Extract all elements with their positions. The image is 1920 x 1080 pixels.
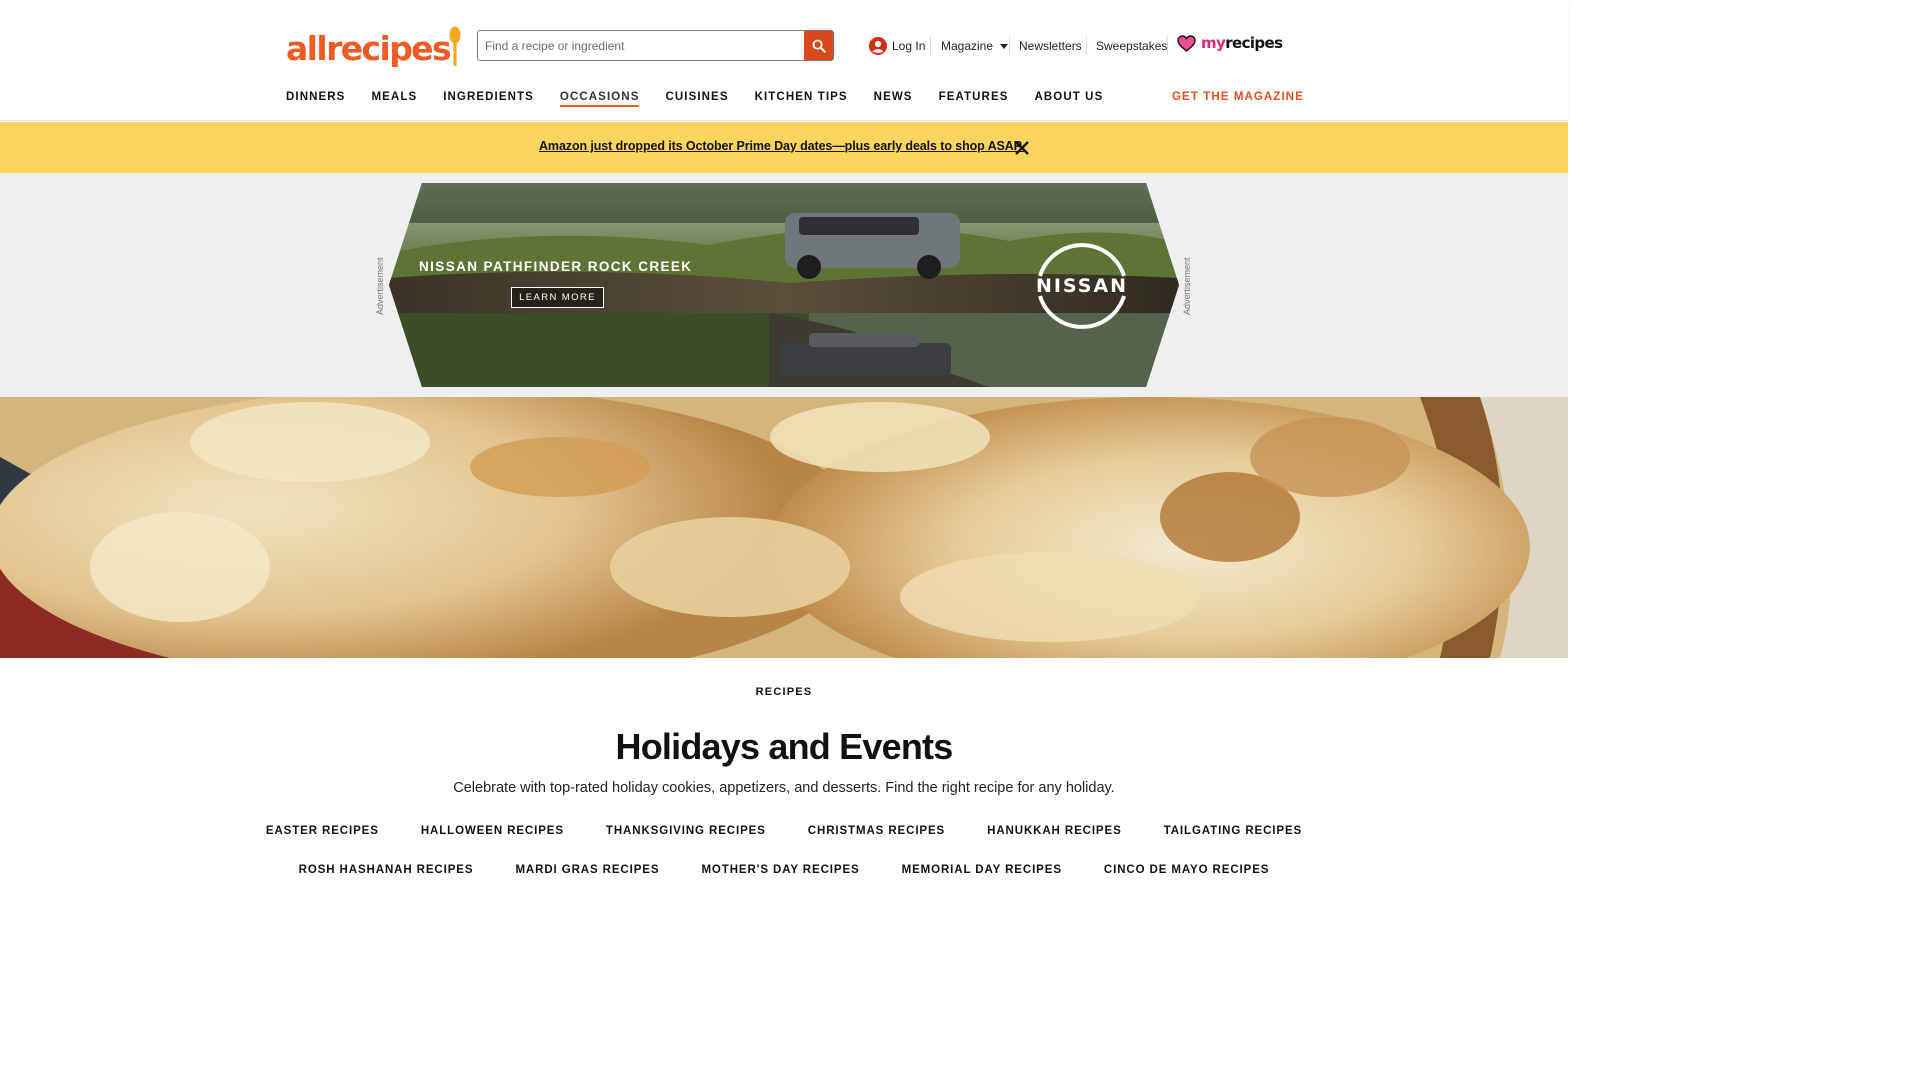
promo-link[interactable]: Amazon just dropped its October Prime Da…	[539, 139, 1024, 153]
search-box	[477, 30, 834, 61]
spoon-icon	[449, 26, 461, 66]
nav-kitchen-tips[interactable]: KITCHEN TIPS	[755, 89, 848, 107]
category-links-row-2: ROSH HASHANAH RECIPES MARDI GRAS RECIPES…	[0, 864, 1568, 876]
hero-image-apple-pie	[0, 397, 1568, 658]
category-link[interactable]: EASTER RECIPES	[266, 825, 379, 837]
close-icon[interactable]	[1014, 140, 1030, 156]
category-links-row-1: EASTER RECIPES HALLOWEEN RECIPES THANKSG…	[0, 825, 1568, 837]
category-link[interactable]: MOTHER'S DAY RECIPES	[701, 864, 859, 876]
learn-more-button[interactable]: LEARN MORE	[511, 287, 604, 308]
breadcrumb-recipes[interactable]: RECIPES	[0, 686, 1568, 698]
ad-brand-name: NISSAN	[1035, 275, 1129, 297]
get-the-magazine-link[interactable]: GET THE MAGAZINE	[1172, 89, 1304, 105]
nav-about-us[interactable]: ABOUT US	[1035, 89, 1104, 107]
user-icon	[869, 37, 887, 55]
myrecipes-my: my	[1201, 34, 1226, 52]
nav-features[interactable]: FEATURES	[939, 89, 1009, 107]
divider	[1167, 36, 1168, 55]
nav-news[interactable]: NEWS	[874, 89, 913, 107]
category-link[interactable]: CHRISTMAS RECIPES	[808, 825, 945, 837]
sweepstakes-label: Sweepstakes	[1096, 39, 1168, 53]
magazine-dropdown[interactable]: Magazine	[941, 35, 1009, 57]
login-label: Log In	[892, 39, 926, 53]
category-link[interactable]: HANUKKAH RECIPES	[987, 825, 1122, 837]
allrecipes-logo[interactable]: allrecipes	[286, 24, 462, 68]
site-header: allrecipes Log In Magazine Newsletters	[0, 0, 1568, 121]
newsletters-link[interactable]: Newsletters	[1019, 35, 1082, 57]
caret-down-icon	[1000, 43, 1009, 49]
heart-icon	[1177, 34, 1196, 52]
nav-occasions[interactable]: OCCASIONS	[559, 89, 640, 107]
magazine-label: Magazine	[941, 39, 994, 53]
category-link[interactable]: HALLOWEEN RECIPES	[421, 825, 564, 837]
advertisement-label: Advertisement	[1182, 257, 1192, 315]
myrecipes-recipes: recipes	[1225, 34, 1283, 52]
nav-meals[interactable]: MEALS	[371, 89, 417, 107]
promo-banner: Amazon just dropped its October Prime Da…	[0, 122, 1568, 173]
nav-cuisines[interactable]: CUISINES	[665, 89, 728, 107]
search-button[interactable]	[804, 31, 833, 60]
login-link[interactable]: Log In	[869, 35, 925, 57]
divider	[1086, 36, 1087, 55]
ad-title: NISSAN PATHFINDER ROCK CREEK	[419, 259, 693, 274]
category-link[interactable]: ROSH HASHANAH RECIPES	[299, 864, 474, 876]
search-input[interactable]	[478, 31, 804, 60]
category-link[interactable]: MEMORIAL DAY RECIPES	[902, 864, 1062, 876]
category-link[interactable]: CINCO DE MAYO RECIPES	[1104, 864, 1269, 876]
category-link[interactable]: TAILGATING RECIPES	[1164, 825, 1302, 837]
page-description: Celebrate with top-rated holiday cookies…	[453, 780, 1115, 796]
category-link[interactable]: MARDI GRAS RECIPES	[515, 864, 659, 876]
nav-dinners[interactable]: DINNERS	[286, 89, 345, 107]
divider	[1009, 36, 1010, 55]
myrecipes-link[interactable]: my recipes	[1177, 34, 1283, 52]
main-nav: DINNERS MEALS INGREDIENTS OCCASIONS CUIS…	[286, 89, 1129, 107]
advertisement-label: Advertisement	[375, 257, 385, 315]
newsletters-label: Newsletters	[1019, 39, 1082, 53]
nav-ingredients[interactable]: INGREDIENTS	[443, 89, 534, 107]
category-link[interactable]: THANKSGIVING RECIPES	[606, 825, 766, 837]
page-title: Holidays and Events	[615, 726, 954, 767]
search-icon	[812, 39, 826, 53]
divider	[930, 36, 931, 55]
sweepstakes-link[interactable]: Sweepstakes	[1096, 35, 1167, 57]
